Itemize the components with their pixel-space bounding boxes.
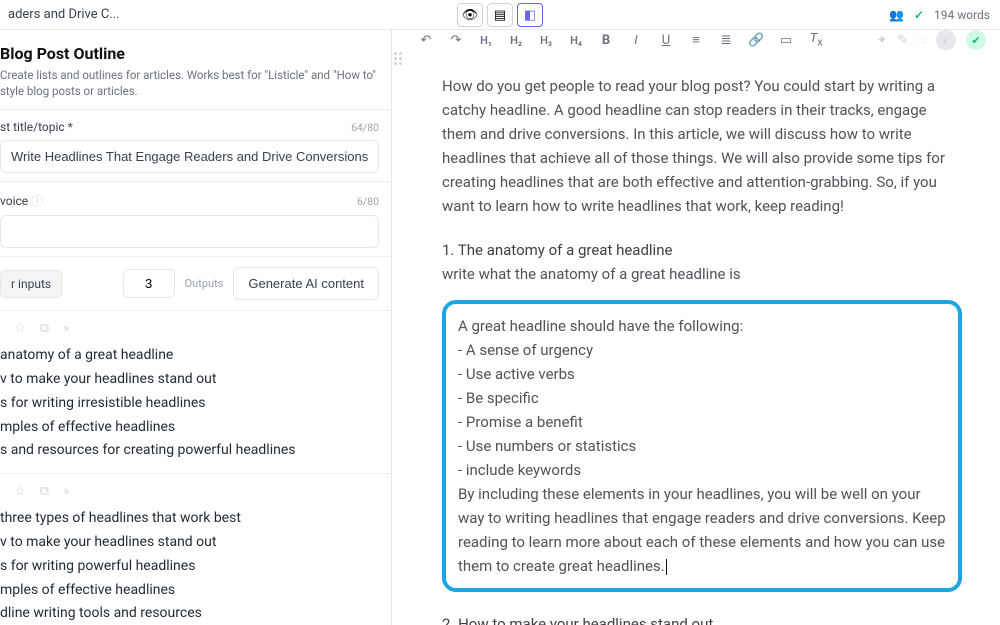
undo-icon[interactable]: ↶ [418, 33, 434, 48]
h3-button[interactable]: H₃ [538, 34, 554, 47]
resize-handle[interactable] [392, 30, 404, 625]
list-item: s for writing irresistible headlines [0, 392, 391, 416]
box-item: - Promise a benefit [458, 410, 946, 434]
list-item: three types of headlines that work best [0, 507, 391, 531]
highlighted-output: A great headline should have the followi… [442, 300, 962, 592]
collaborators-icon[interactable]: 👥 [889, 8, 904, 22]
section-2-heading: 2. How to make your headlines stand out [442, 612, 962, 625]
voice-label: voice ⓘ [0, 192, 43, 209]
left-panel: Blog Post Outline Create lists and outli… [0, 30, 392, 625]
h2-button[interactable]: H₂ [508, 34, 524, 47]
editor-panel: ↶ ↷ H₁ H₂ H₃ H₄ B I U ≡ ≣ 🔗 ▭ Tx ✦ ✎ ◌ ◐… [404, 30, 1000, 625]
score-badge[interactable]: ◐ [936, 30, 956, 50]
sparkle-icon[interactable]: ✦ [876, 33, 887, 48]
split-view-icon[interactable]: ◧ [517, 3, 543, 27]
italic-button[interactable]: I [628, 33, 644, 48]
h4-button[interactable]: H₄ [568, 34, 584, 47]
result-block-2: ☆ ⧉ » three types of headlines that work… [0, 473, 391, 625]
title-input[interactable] [0, 140, 379, 173]
list-item: mples of effective headlines [0, 579, 391, 603]
top-bar: aders and Drive C... 👁 ▤ ◧ 👥 ✓ 194 words [0, 0, 1000, 30]
section-1-prompt: write what the anatomy of a great headli… [442, 262, 962, 286]
dot-icon[interactable]: ◌ [918, 32, 926, 48]
layout-icon[interactable]: ▤ [487, 3, 513, 27]
shield-icon[interactable]: ✔ [966, 30, 986, 50]
template-title: Blog Post Outline [0, 44, 379, 63]
list-item: v to make your headlines stand out [0, 531, 391, 555]
star-icon[interactable]: ☆ [14, 321, 26, 336]
box-item: - include keywords [458, 458, 946, 482]
box-lead: A great headline should have the followi… [458, 314, 946, 338]
image-icon[interactable]: ▭ [778, 33, 794, 48]
title-label: st title/topic * [0, 120, 73, 134]
ordered-list-icon[interactable]: ≡ [688, 32, 704, 48]
box-item: - Use active verbs [458, 362, 946, 386]
more-icon[interactable]: » [63, 321, 69, 336]
section-1-heading: 1. The anatomy of a great headline [442, 238, 962, 262]
voice-input[interactable] [0, 215, 379, 248]
unordered-list-icon[interactable]: ≣ [718, 33, 734, 48]
view-toggle-group: 👁 ▤ ◧ [457, 3, 543, 27]
redo-icon[interactable]: ↷ [448, 33, 464, 48]
bold-button[interactable]: B [598, 33, 614, 48]
list-item: mples of effective headlines [0, 416, 391, 440]
inputs-pill[interactable]: r inputs [0, 270, 62, 298]
clear-format-icon[interactable]: Tx [808, 31, 824, 49]
outputs-count-input[interactable] [123, 269, 175, 298]
result-block-1: ☆ ⧉ » anatomy of a great headline v to m… [0, 310, 391, 473]
box-item: - A sense of urgency [458, 338, 946, 362]
list-item: anatomy of a great headline [0, 344, 391, 368]
list-item: s and resources for creating powerful he… [0, 439, 391, 463]
list-item: s for writing powerful headlines [0, 555, 391, 579]
box-item: - Use numbers or statistics [458, 434, 946, 458]
box-tail: By including these elements in your head… [458, 482, 946, 578]
box-item: - Be specific [458, 386, 946, 410]
copy-icon[interactable]: ⧉ [40, 321, 49, 336]
word-count: 194 words [934, 8, 990, 22]
list-item: v to make your headlines stand out [0, 368, 391, 392]
list-item: dline writing tools and resources [0, 602, 391, 625]
editor-content[interactable]: How do you get people to read your blog … [404, 50, 1000, 625]
editor-toolbar: ↶ ↷ H₁ H₂ H₃ H₄ B I U ≡ ≣ 🔗 ▭ Tx ✦ ✎ ◌ ◐… [404, 30, 1000, 50]
h1-button[interactable]: H₁ [478, 34, 494, 47]
check-icon: ✓ [914, 8, 924, 22]
underline-button[interactable]: U [658, 33, 674, 48]
doc-title: aders and Drive C... [8, 7, 120, 22]
link-icon[interactable]: 🔗 [748, 33, 764, 48]
voice-count: 6/80 [357, 195, 379, 208]
generate-button[interactable]: Generate AI content [233, 267, 379, 300]
intro-paragraph: How do you get people to read your blog … [442, 74, 962, 218]
info-icon[interactable]: ⓘ [31, 194, 43, 208]
star-icon[interactable]: ☆ [14, 484, 26, 499]
preview-icon[interactable]: 👁 [457, 3, 483, 27]
template-desc: Create lists and outlines for articles. … [0, 67, 379, 99]
edit-icon[interactable]: ✎ [897, 33, 908, 48]
outputs-label: Outputs [185, 277, 224, 290]
more-icon[interactable]: » [63, 484, 69, 499]
copy-icon[interactable]: ⧉ [40, 484, 49, 499]
title-count: 64/80 [351, 121, 379, 134]
